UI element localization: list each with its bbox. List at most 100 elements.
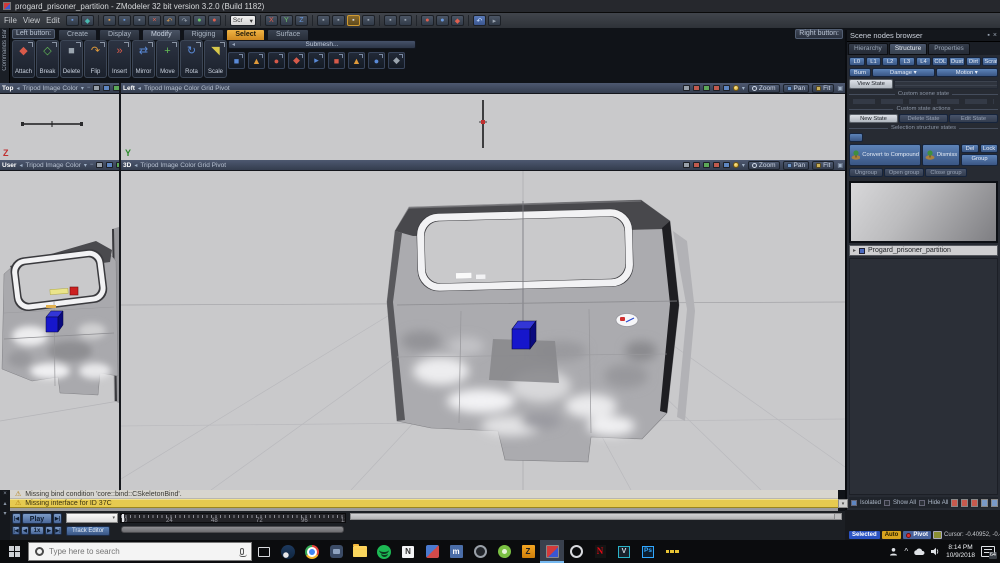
viewport-options-3d[interactable]: Tripod Image Color Grid Pivot bbox=[140, 162, 226, 169]
go-to-end-button[interactable]: ▶| bbox=[53, 513, 62, 524]
flag-icon[interactable] bbox=[713, 85, 720, 91]
viewport-canvas-left[interactable]: Y bbox=[121, 94, 845, 160]
history-back-icon[interactable]: ↶ bbox=[473, 15, 486, 26]
del-button[interactable]: Del bbox=[961, 144, 979, 153]
microphone-icon[interactable] bbox=[240, 548, 244, 555]
close-icon[interactable]: × bbox=[993, 32, 997, 39]
warning-row-2[interactable]: ⚠ Missing interface for ID 37C bbox=[10, 499, 838, 508]
submesh-tool-7[interactable]: ▲ bbox=[348, 52, 365, 69]
scene-tree-empty-area[interactable] bbox=[849, 258, 998, 495]
viewport-name-3d[interactable]: 3D bbox=[123, 162, 131, 169]
taskbar-search[interactable] bbox=[28, 542, 252, 561]
close-group-button[interactable]: Close group bbox=[925, 168, 967, 177]
speed-button[interactable]: 1x bbox=[30, 526, 44, 535]
wireframe-icon[interactable] bbox=[106, 162, 113, 168]
edit-state-button[interactable]: Edit State bbox=[949, 114, 998, 123]
axis-x-button[interactable]: X bbox=[265, 15, 278, 26]
history-fwd-icon[interactable]: ▸ bbox=[488, 15, 501, 26]
break-button[interactable]: ◇Break bbox=[36, 40, 59, 78]
target-icon[interactable]: ● bbox=[208, 15, 221, 26]
texture-icon[interactable]: ● bbox=[436, 15, 449, 26]
scale-button[interactable]: ◥Scale bbox=[204, 40, 227, 78]
menu-edit[interactable]: Edit bbox=[46, 16, 60, 25]
paint-app[interactable] bbox=[420, 540, 444, 563]
animation-dropdown[interactable]: ▾ bbox=[66, 513, 118, 523]
show-all-button[interactable]: Show All bbox=[893, 500, 916, 506]
dropdown-icon[interactable]: ▾ bbox=[81, 85, 84, 92]
zmodeler-doc-app[interactable]: Z bbox=[516, 540, 540, 563]
collapse-icon[interactable]: ◂ bbox=[16, 85, 19, 92]
task-view-button[interactable] bbox=[252, 540, 276, 563]
pan-button[interactable]: Pan bbox=[783, 84, 810, 93]
viewport-options-top[interactable]: Tripod Image Color bbox=[22, 85, 77, 92]
chat-app[interactable] bbox=[324, 540, 348, 563]
submesh-tool-4[interactable]: ◆ bbox=[288, 52, 305, 69]
tab-hierarchy[interactable]: Hierarchy bbox=[848, 43, 888, 55]
attach-button[interactable]: ◆Attach bbox=[12, 40, 35, 78]
viewport-name-top[interactable]: Top bbox=[2, 85, 13, 92]
timeline-scrollbar[interactable] bbox=[121, 526, 344, 533]
render-icon[interactable]: ◆ bbox=[451, 15, 464, 26]
snap-face-icon[interactable]: ▪ bbox=[362, 15, 375, 26]
viewport-canvas-3d[interactable] bbox=[121, 171, 845, 490]
snap-edge-icon[interactable]: ▪ bbox=[347, 15, 360, 26]
step-forward-button[interactable]: ▶ bbox=[45, 526, 53, 535]
textured-icon[interactable] bbox=[116, 162, 119, 168]
taskbar-clock[interactable]: 8:14 PM 10/9/2018 bbox=[946, 544, 975, 559]
mirror-button[interactable]: ⇄Mirror bbox=[132, 40, 155, 78]
file-explorer-app[interactable] bbox=[348, 540, 372, 563]
dirt-button[interactable]: Dirt bbox=[966, 57, 982, 66]
onedrive-cloud-icon[interactable] bbox=[914, 548, 925, 556]
shading-icon[interactable] bbox=[96, 162, 103, 168]
submesh-group-header[interactable]: ◂Submesh... bbox=[228, 40, 416, 49]
flag-icon[interactable] bbox=[713, 162, 720, 168]
search-input[interactable] bbox=[49, 547, 235, 556]
m-app[interactable]: m bbox=[444, 540, 468, 563]
tab-structure[interactable]: Structure bbox=[889, 43, 927, 55]
collapse-icon[interactable]: ◂ bbox=[138, 85, 141, 92]
dust-button[interactable]: Dust bbox=[949, 57, 965, 66]
layers-icon[interactable] bbox=[723, 85, 730, 91]
submesh-tool-1[interactable]: ■ bbox=[228, 52, 245, 69]
submesh-tool-5[interactable]: ▸ bbox=[308, 52, 325, 69]
close-icon[interactable]: × bbox=[3, 491, 7, 497]
tab-properties[interactable]: Properties bbox=[928, 43, 970, 55]
viewport-canvas-user[interactable] bbox=[0, 171, 119, 490]
dropdown-icon[interactable]: ▾ bbox=[742, 162, 745, 169]
dropdown-icon[interactable]: ▾ bbox=[84, 162, 87, 169]
lod-l3-button[interactable]: L3 bbox=[899, 57, 915, 66]
horizontal-scrollbar[interactable] bbox=[350, 513, 842, 520]
textured-icon[interactable] bbox=[113, 85, 119, 91]
fast-forward-button[interactable]: ▶| bbox=[54, 526, 62, 535]
collapse-icon[interactable]: ◂ bbox=[19, 162, 22, 169]
media-app[interactable] bbox=[684, 540, 708, 563]
warning-row-1[interactable]: ⚠ Missing bind condition 'core::bind::CS… bbox=[10, 490, 838, 499]
damage-dropdown[interactable]: Damage ▾ bbox=[872, 68, 935, 77]
game-store-app[interactable] bbox=[660, 540, 684, 563]
filter-icon-3[interactable] bbox=[971, 499, 978, 507]
viewport-name-user[interactable]: User bbox=[2, 162, 16, 169]
spotify-app[interactable] bbox=[372, 540, 396, 563]
chrome-app[interactable] bbox=[300, 540, 324, 563]
rotate-button[interactable]: ↻Rota bbox=[180, 40, 203, 78]
zoom-button[interactable]: Zoom bbox=[748, 84, 780, 93]
dropdown-icon[interactable]: ▾ bbox=[742, 85, 745, 92]
move-button[interactable]: +Move bbox=[156, 40, 179, 78]
lod-l4-button[interactable]: L4 bbox=[916, 57, 932, 66]
steam-app[interactable] bbox=[276, 540, 300, 563]
axis-z-button[interactable]: Z bbox=[295, 15, 308, 26]
marker-icon[interactable] bbox=[693, 162, 700, 168]
import-icon[interactable]: ◆ bbox=[81, 15, 94, 26]
group-button[interactable]: Group bbox=[961, 154, 998, 166]
lod-l1-button[interactable]: L1 bbox=[866, 57, 882, 66]
filter-icon-2[interactable] bbox=[961, 499, 968, 507]
filter-icon-4[interactable] bbox=[981, 499, 988, 507]
track-editor-button[interactable]: Track Editor bbox=[66, 526, 110, 536]
redo-icon[interactable]: ↷ bbox=[178, 15, 191, 26]
viewport-options-user[interactable]: Tripod Image Color bbox=[25, 162, 80, 169]
marker-icon[interactable] bbox=[693, 85, 700, 91]
selected-badge[interactable]: Selected bbox=[849, 531, 880, 539]
select-mode-icon[interactable]: ▪ bbox=[384, 15, 397, 26]
motion-dropdown[interactable]: Motion ▾ bbox=[936, 68, 999, 77]
shading-icon[interactable] bbox=[93, 85, 100, 91]
